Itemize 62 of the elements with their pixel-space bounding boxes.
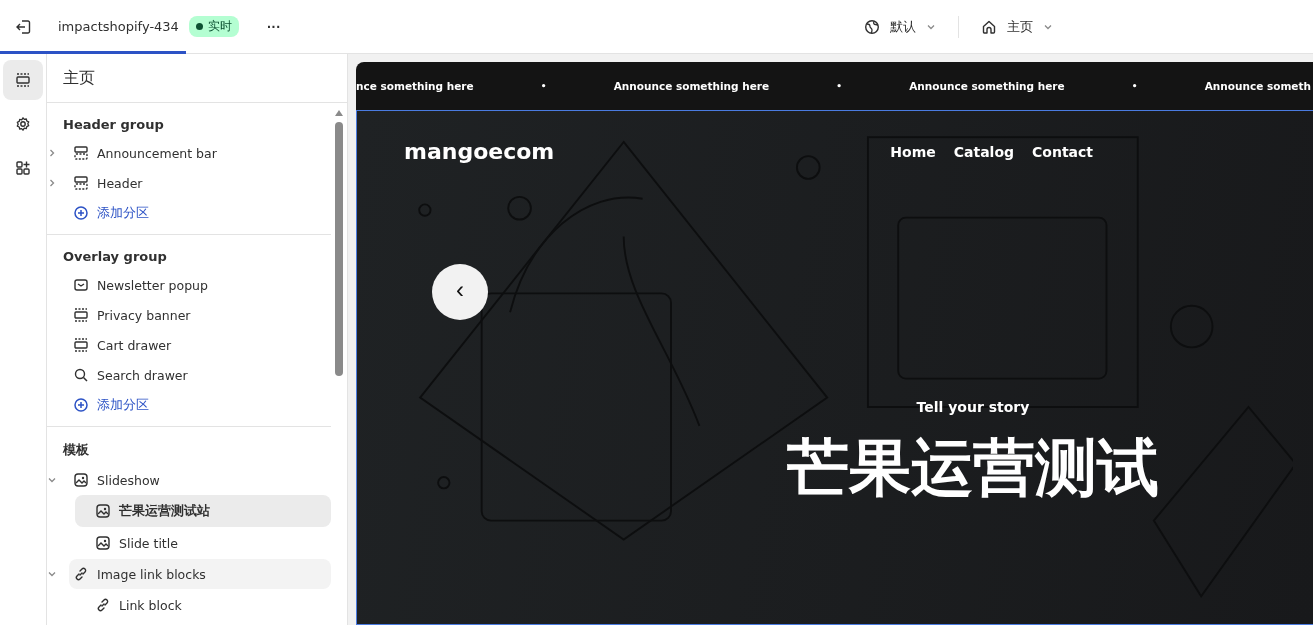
section-icon (73, 175, 89, 191)
tree-item[interactable]: Slideshow (69, 465, 331, 495)
store-logo[interactable]: mangoecom (404, 139, 555, 164)
language-dropdown[interactable]: 默认 (858, 13, 942, 40)
home-icon (981, 18, 997, 35)
store-name: impactshopify-434 (58, 19, 179, 34)
sections-button[interactable] (3, 60, 43, 100)
status-badge: 实时 (188, 16, 239, 37)
search-icon (73, 367, 89, 383)
chevron-icon[interactable] (47, 148, 57, 158)
chevron-icon[interactable] (47, 178, 57, 188)
scroll-up-icon[interactable] (335, 109, 343, 116)
image-icon (73, 472, 89, 488)
more-button[interactable]: ··· (262, 18, 285, 35)
separator-dot: • (1131, 81, 1138, 91)
tree-item[interactable]: Announcement bar (69, 138, 331, 168)
page-dropdown[interactable]: 主页 (975, 13, 1059, 40)
nav-link[interactable]: Home (890, 143, 936, 160)
image-icon (95, 535, 111, 551)
announcement-text: Announce something here (613, 80, 770, 92)
tree-item[interactable]: Privacy banner (69, 300, 331, 330)
panel-title: 主页 (47, 54, 347, 103)
tree-item[interactable]: Link block (75, 589, 331, 621)
announcement-text: Announce someth (1204, 80, 1311, 92)
link-icon (73, 566, 89, 582)
announcement-text: Announce something here (909, 80, 1065, 92)
tree-item[interactable]: 芒果运营测试站 (75, 495, 331, 527)
add-circle-icon (73, 397, 89, 413)
tree-item[interactable]: Image link blocks (69, 559, 331, 589)
tree-item[interactable]: Header (69, 168, 331, 198)
tree-item[interactable]: Slide title (75, 527, 331, 559)
previous-slide-button[interactable]: ‹ (432, 264, 488, 320)
globe-icon (864, 18, 880, 35)
settings-icon (15, 116, 31, 132)
announcement-text: nce something here (356, 80, 474, 92)
sections-icon (15, 72, 31, 88)
separator-dot: • (540, 81, 547, 91)
tree-item[interactable]: Search drawer (69, 360, 331, 390)
slide-subheading: Tell your story (916, 399, 1030, 415)
group-title: 模板 (61, 441, 90, 459)
nav-link[interactable]: Catalog (953, 143, 1015, 160)
section-icon (73, 145, 89, 161)
tree-item[interactable]: Cart drawer (69, 330, 331, 360)
image-icon (95, 503, 111, 519)
nav-link[interactable]: Contact (1032, 143, 1094, 160)
exit-icon[interactable] (14, 17, 32, 36)
scrollbar-thumb[interactable] (335, 122, 343, 376)
add-section-link[interactable]: 添加分区 (69, 390, 331, 420)
group-title: Overlay group (62, 248, 168, 266)
add-circle-icon (73, 205, 89, 221)
apps-icon (15, 160, 31, 176)
add-section-link[interactable]: 添加分区 (69, 198, 331, 228)
mail-icon (73, 277, 89, 293)
group-title: Header group (62, 116, 165, 134)
chevron-icon[interactable] (47, 569, 57, 579)
chevron-icon[interactable] (47, 475, 57, 485)
separator-dot: • (836, 81, 843, 91)
dashed-section-icon (73, 337, 89, 353)
tree-item[interactable]: Newsletter popup (69, 270, 331, 300)
dashed-section-icon (73, 307, 89, 323)
slide-heading: 芒果运营测试 (787, 437, 1159, 499)
link-icon (95, 597, 111, 613)
